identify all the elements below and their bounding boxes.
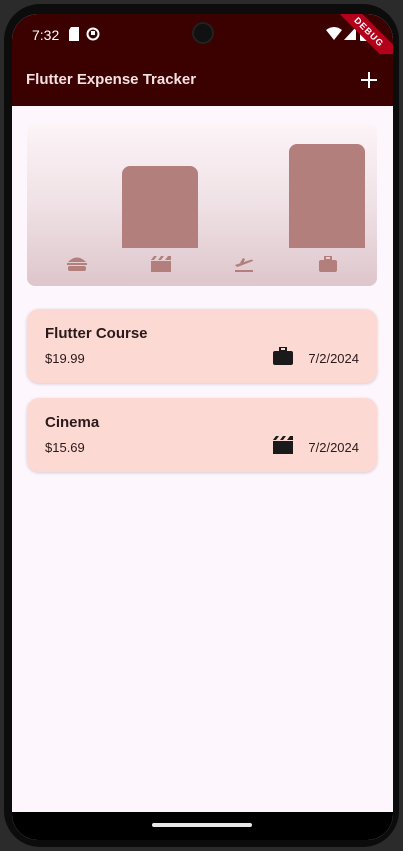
- work-briefcase-icon: [289, 252, 367, 276]
- plus-icon: [361, 72, 377, 88]
- chart-bar-slot-work: [288, 134, 367, 248]
- status-time: 7:32: [32, 27, 60, 43]
- expense-item[interactable]: Cinema $15.69 7/2/2024: [27, 398, 377, 472]
- expense-amount: $19.99: [45, 351, 85, 366]
- device-frame: 7:32 DEBUG Flutter Expense Tracker Flutt…: [4, 4, 399, 847]
- wifi-icon: [326, 27, 342, 45]
- signal-icon: [344, 27, 356, 45]
- sync-icon: [86, 27, 100, 46]
- work-briefcase-icon: [273, 346, 293, 367]
- expense-amount: $15.69: [45, 440, 85, 455]
- expense-date: 7/2/2024: [308, 440, 359, 455]
- system-navigation-bar: [12, 812, 393, 840]
- movie-clapper-icon: [273, 436, 293, 456]
- chart-bar-work: [288, 144, 365, 248]
- front-camera: [192, 22, 214, 44]
- flight-takeoff-icon: [205, 252, 283, 276]
- chart-bars: [35, 134, 369, 248]
- movie-clapper-icon: [122, 252, 200, 276]
- burger-icon: [38, 252, 116, 276]
- sd-card-icon: [68, 27, 80, 46]
- expense-date: 7/2/2024: [308, 351, 359, 366]
- chart-bar-slot-leisure: [121, 134, 200, 248]
- chart-category-icons: [35, 252, 369, 276]
- app-bar: Flutter Expense Tracker: [12, 54, 393, 106]
- chart-bar-leisure: [121, 166, 198, 248]
- expense-chart: [27, 124, 377, 286]
- add-expense-button[interactable]: [353, 64, 385, 96]
- app-screen: 7:32 DEBUG Flutter Expense Tracker Flutt…: [12, 14, 393, 840]
- app-title: Flutter Expense Tracker: [26, 71, 197, 88]
- chart-bar-slot-food: [38, 134, 116, 248]
- expense-title: Flutter Course: [45, 325, 148, 342]
- status-bar: 7:32 DEBUG: [12, 14, 393, 74]
- chart-bar-slot-travel: [205, 134, 283, 248]
- home-gesture-handle[interactable]: [152, 823, 252, 827]
- expense-item[interactable]: Flutter Course $19.99 7/2/2024: [27, 309, 377, 383]
- expense-title: Cinema: [45, 414, 100, 431]
